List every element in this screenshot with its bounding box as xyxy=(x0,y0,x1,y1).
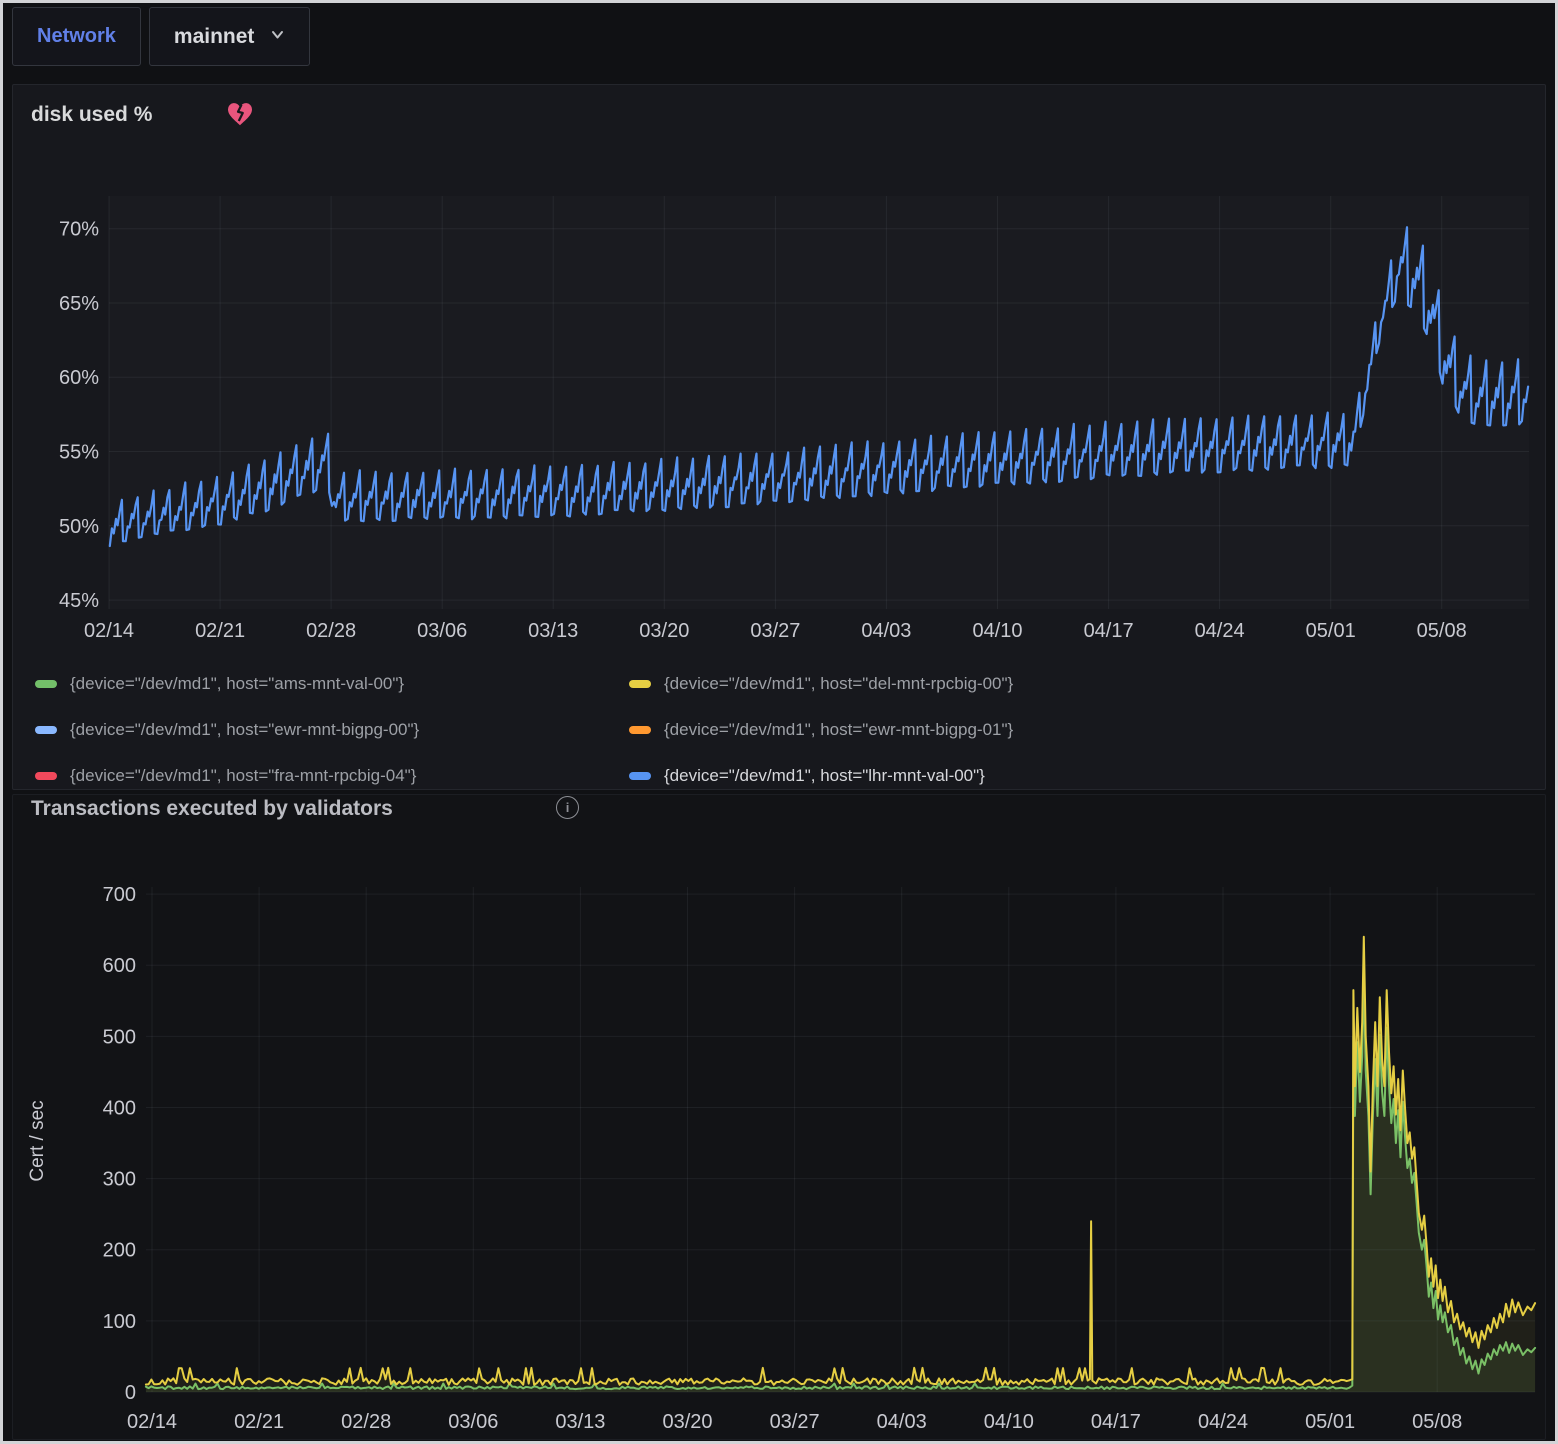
x-tick-label: 03/13 xyxy=(528,620,578,642)
panel-disk-used: disk used % 02/1402/2102/2803/0603/1303/… xyxy=(12,84,1546,790)
legend-item-ewr-mnt-bigpg-01[interactable]: {device="/dev/md1", host="ewr-mnt-bigpg-… xyxy=(629,720,1525,740)
legend-swatch xyxy=(629,772,651,780)
network-variable-label-box: Network xyxy=(12,7,141,66)
y-tick-label: 500 xyxy=(103,1026,136,1048)
legend-item-fra-mnt-rpcbig-04[interactable]: {device="/dev/md1", host="fra-mnt-rpcbig… xyxy=(35,766,629,786)
network-variable-dropdown[interactable]: mainnet xyxy=(149,7,311,66)
transactions-chart[interactable]: 02/14 02/21 02/28 03/06 03/13 03/20 03/27 04/03… xyxy=(13,795,1545,1439)
y-tick-label: 60% xyxy=(59,367,99,389)
x-tick-label: 05/01 xyxy=(1306,620,1356,642)
legend-swatch xyxy=(629,726,651,734)
x-tick-label: 04/24 xyxy=(1198,1411,1248,1433)
x-tick-label: 02/14 xyxy=(127,1411,177,1433)
legend-label[interactable]: {device="/dev/md1", host="fra-mnt-rpcbig… xyxy=(70,766,416,786)
legend-item-del-mnt-rpcbig-00[interactable]: {device="/dev/md1", host="del-mnt-rpcbig… xyxy=(629,674,1525,694)
disk-used-legend: {device="/dev/md1", host="ams-mnt-val-00… xyxy=(35,661,1525,799)
network-variable-label: Network xyxy=(37,25,116,48)
grafana-dashboard: Network mainnet disk used % 02/1402/2102… xyxy=(0,0,1558,1444)
y-tick-label: 400 xyxy=(103,1098,136,1120)
x-tick-label: 04/24 xyxy=(1195,620,1245,642)
x-tick-label: 02/28 xyxy=(341,1411,391,1433)
x-tick-label: 02/14 xyxy=(84,620,134,642)
legend-label[interactable]: {device="/dev/md1", host="ewr-mnt-bigpg-… xyxy=(664,720,1013,740)
y-tick-label: 70% xyxy=(59,219,99,241)
y-tick-label: 600 xyxy=(103,955,136,977)
series-line-validators-yellow xyxy=(146,937,1535,1385)
x-tick-label: 04/10 xyxy=(984,1411,1034,1433)
legend-label[interactable]: {device="/dev/md1", host="lhr-mnt-val-00… xyxy=(664,766,985,786)
series-fill-validators-yellow xyxy=(146,937,1535,1392)
y-tick-label: 100 xyxy=(103,1311,136,1333)
x-tick-label: 03/13 xyxy=(555,1411,605,1433)
x-tick-label: 03/06 xyxy=(417,620,467,642)
plot-area xyxy=(109,196,1529,609)
legend-swatch xyxy=(629,680,651,688)
x-tick-label: 05/08 xyxy=(1417,620,1467,642)
x-tick-label: 05/01 xyxy=(1305,1411,1355,1433)
series-fill-validators-green xyxy=(146,971,1535,1392)
x-tick-label: 04/17 xyxy=(1084,620,1134,642)
x-tick-label: 02/21 xyxy=(195,620,245,642)
x-tick-label: 03/06 xyxy=(448,1411,498,1433)
panel-transactions: Transactions executed by validators i Ce… xyxy=(12,794,1546,1440)
legend-label[interactable]: {device="/dev/md1", host="ams-mnt-val-00… xyxy=(70,674,404,694)
x-tick-label: 04/03 xyxy=(861,620,911,642)
x-tick-label: 03/20 xyxy=(639,620,689,642)
x-tick-label: 05/08 xyxy=(1412,1411,1462,1433)
y-tick-label: 50% xyxy=(59,516,99,538)
y-tick-label: 65% xyxy=(59,293,99,315)
x-tick-label: 04/17 xyxy=(1091,1411,1141,1433)
y-tick-label: 700 xyxy=(103,884,136,906)
y-tick-label: 300 xyxy=(103,1169,136,1191)
series-line-validators-green xyxy=(146,971,1535,1389)
x-tick-label: 03/27 xyxy=(770,1411,820,1433)
legend-item-lhr-mnt-val-00[interactable]: {device="/dev/md1", host="lhr-mnt-val-00… xyxy=(629,766,1525,786)
y-tick-label: 0 xyxy=(125,1382,136,1404)
legend-label[interactable]: {device="/dev/md1", host="del-mnt-rpcbig… xyxy=(664,674,1013,694)
x-tick-label: 03/20 xyxy=(662,1411,712,1433)
legend-swatch xyxy=(35,772,57,780)
y-tick-label: 200 xyxy=(103,1240,136,1262)
x-tick-label: 02/28 xyxy=(306,620,356,642)
y-tick-label: 55% xyxy=(59,442,99,464)
y-tick-label: 45% xyxy=(59,590,99,612)
legend-swatch xyxy=(35,726,57,734)
chevron-down-icon xyxy=(270,27,285,47)
legend-item-ewr-mnt-bigpg-00[interactable]: {device="/dev/md1", host="ewr-mnt-bigpg-… xyxy=(35,720,629,740)
legend-item-ams-mnt-val-00[interactable]: {device="/dev/md1", host="ams-mnt-val-00… xyxy=(35,674,629,694)
x-tick-label: 02/21 xyxy=(234,1411,284,1433)
x-tick-label: 04/10 xyxy=(972,620,1022,642)
variable-bar: Network mainnet xyxy=(12,7,310,67)
x-tick-label: 04/03 xyxy=(877,1411,927,1433)
legend-swatch xyxy=(35,680,57,688)
legend-label[interactable]: {device="/dev/md1", host="ewr-mnt-bigpg-… xyxy=(70,720,419,740)
x-tick-label: 03/27 xyxy=(750,620,800,642)
network-variable-value[interactable]: mainnet xyxy=(174,25,255,49)
